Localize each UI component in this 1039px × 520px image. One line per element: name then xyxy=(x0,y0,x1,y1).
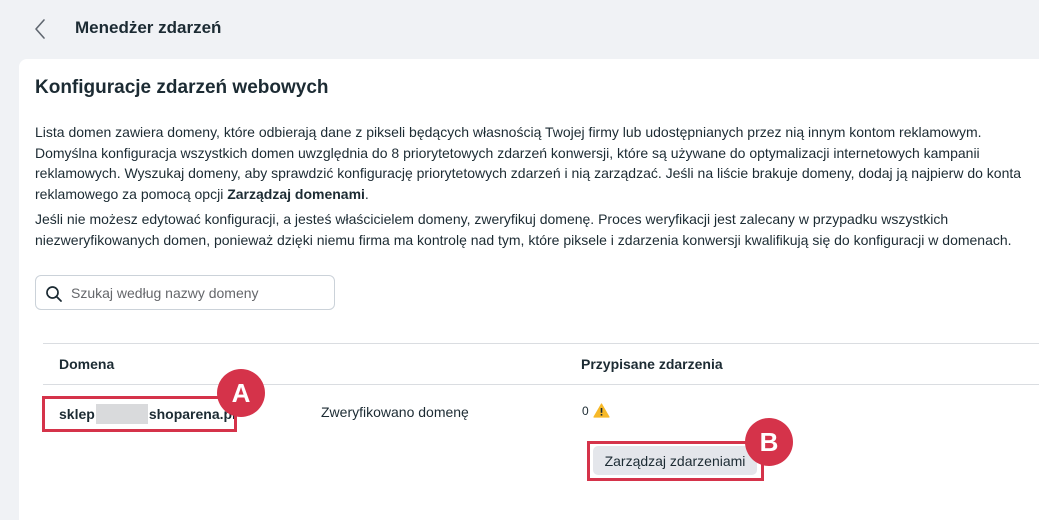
verification-status: Zweryfikowano domenę xyxy=(321,404,469,420)
page-title: Menedżer zdarzeń xyxy=(75,18,222,37)
description-text: Lista domen zawiera domeny, które odbier… xyxy=(35,124,1022,202)
table-header: Domena Przypisane zdarzenia xyxy=(43,343,1039,385)
description-paragraph-1: Lista domen zawiera domeny, które odbier… xyxy=(35,122,1025,204)
annotation-badge-b: B xyxy=(745,418,793,466)
web-events-config-card: Konfiguracje zdarzeń webowych Lista dome… xyxy=(19,59,1039,520)
manage-domains-reference: Zarządzaj domenami xyxy=(227,185,365,202)
events-count: 0 xyxy=(582,403,589,418)
column-header-domain: Domena xyxy=(59,356,115,372)
warning-icon xyxy=(593,403,610,418)
search-input[interactable] xyxy=(71,282,326,304)
redacted-area xyxy=(95,404,148,424)
domain-prefix: sklep xyxy=(59,406,95,422)
column-header-events: Przypisane zdarzenia xyxy=(581,356,723,372)
assigned-events-cell: 0 xyxy=(582,403,610,418)
description-paragraph-2: Jeśli nie możesz edytować konfiguracji, … xyxy=(35,211,1012,248)
domain-name[interactable]: sklep shoparena.pl xyxy=(59,404,236,424)
top-bar: Menedżer zdarzeń xyxy=(0,0,1039,58)
manage-events-button[interactable]: Zarządzaj zdarzeniami xyxy=(593,446,757,475)
search-icon xyxy=(46,286,62,302)
description-text-end: . xyxy=(364,185,369,202)
section-title: Konfiguracje zdarzeń webowych xyxy=(35,77,329,98)
annotation-badge-a: A xyxy=(217,369,265,417)
search-box[interactable] xyxy=(35,275,335,310)
back-arrow-icon[interactable] xyxy=(30,17,52,41)
